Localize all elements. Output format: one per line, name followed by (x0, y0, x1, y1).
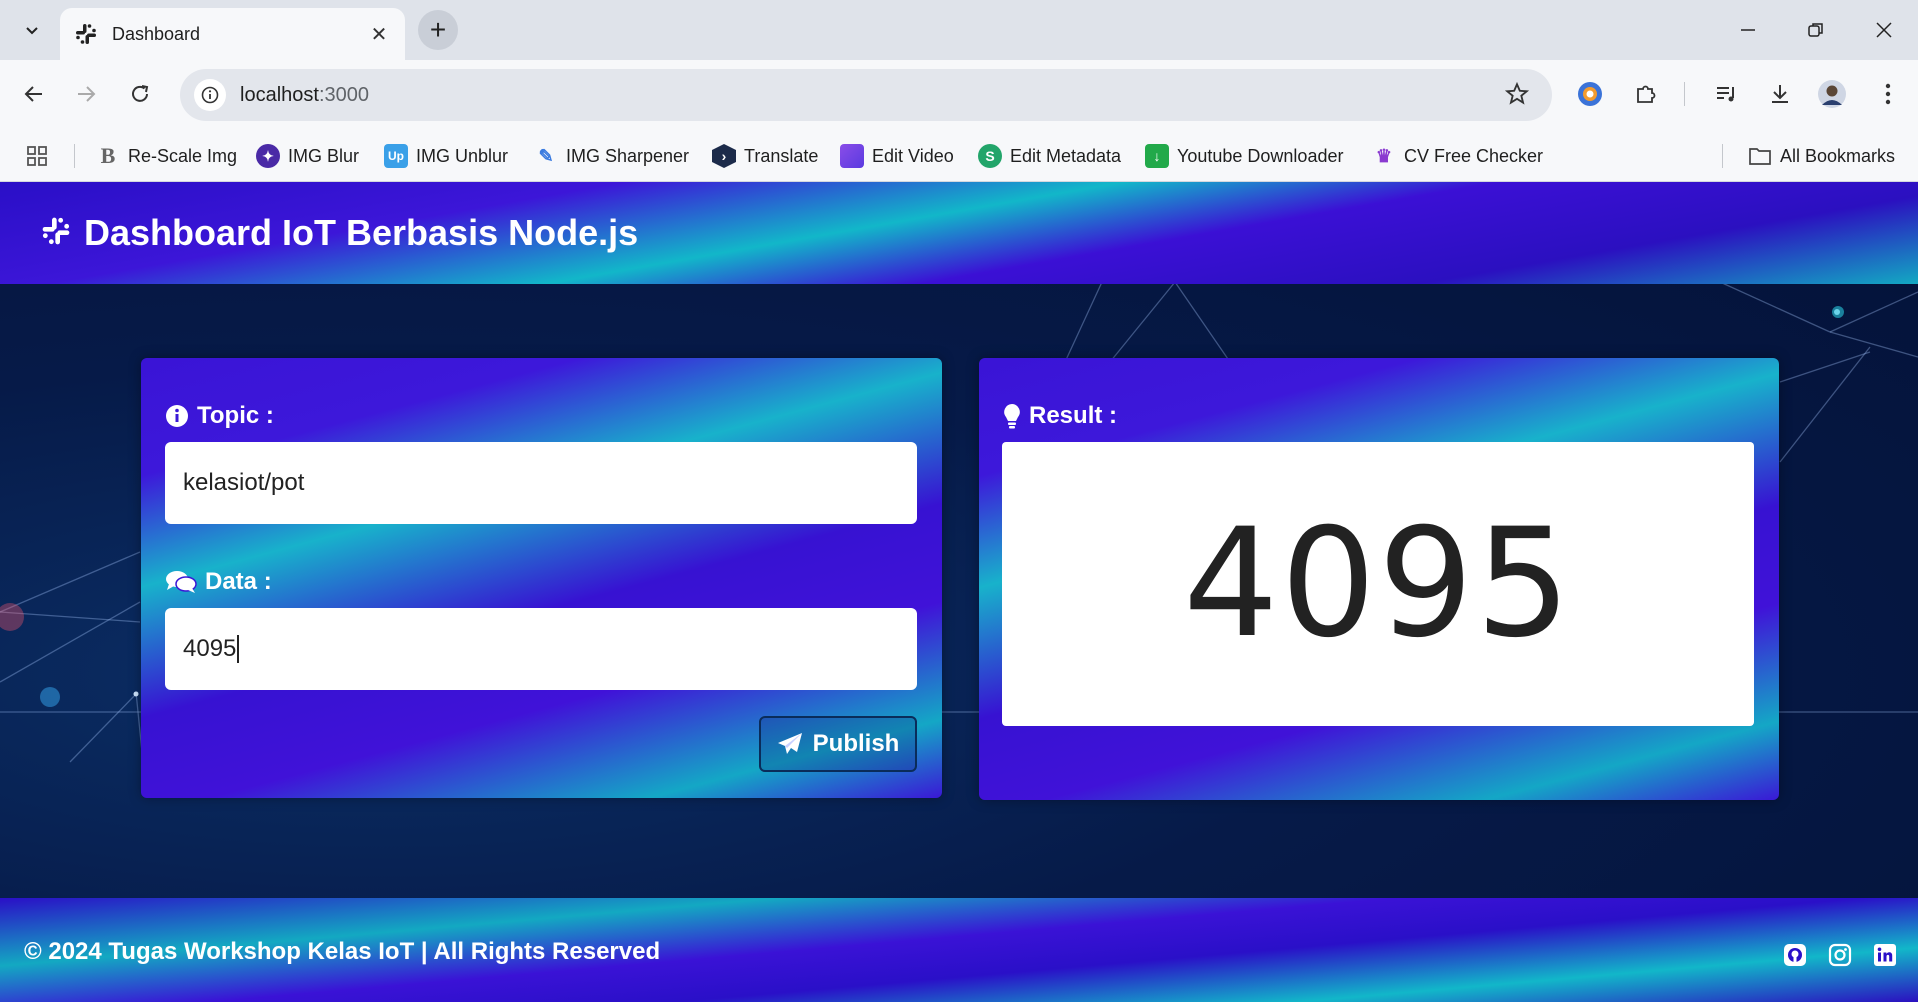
bookmark-label: Youtube Downloader (1177, 145, 1344, 166)
bookmark-label: IMG Unblur (416, 145, 509, 166)
edit-metadata-icon: S (978, 144, 1002, 168)
bookmark-label: Translate (744, 145, 819, 166)
publish-button-label: Publish (812, 730, 900, 757)
result-card: Result : 4095 (979, 358, 1779, 800)
data-input-value: 4095 (183, 635, 237, 662)
browser-tab[interactable]: Dashboard ✕ (60, 8, 405, 60)
bookmarks-bar: B Re-Scale Img ✦ IMG Blur Up IMG Unblur … (0, 130, 1918, 182)
bookmark-label: Edit Video (872, 145, 954, 166)
data-input[interactable]: 4095 (165, 608, 917, 690)
dashboard-page: Dashboard IoT Berbasis Node.js Topic : k… (0, 182, 1918, 1002)
github-icon[interactable] (1782, 942, 1808, 968)
browser-menu-icon[interactable] (1868, 74, 1908, 114)
bookmark-item[interactable]: ♛ CV Free Checker (1372, 142, 1543, 170)
linkedin-icon[interactable] (1872, 942, 1898, 968)
bookmark-item[interactable]: ↓ Youtube Downloader (1145, 142, 1343, 170)
paper-plane-icon (777, 732, 803, 756)
comments-icon (165, 569, 197, 595)
download-icon: ↓ (1145, 144, 1169, 168)
img-blur-icon: ✦ (256, 144, 280, 168)
toolbar-divider (1684, 82, 1685, 106)
result-value: 4095 (1183, 497, 1573, 671)
bookmark-label: IMG Sharpener (566, 145, 690, 166)
text-caret (237, 635, 240, 663)
url-host: localhost (240, 83, 319, 106)
topic-input[interactable]: kelasiot/pot (165, 442, 917, 524)
forward-icon[interactable] (66, 74, 106, 114)
apps-grid-icon[interactable] (26, 142, 48, 170)
bookmark-item[interactable]: ✦ IMG Blur (256, 142, 359, 170)
url-text: localhost:3000 (240, 84, 369, 107)
browser-tab-bar: Dashboard ✕ + (0, 0, 1918, 60)
bookmark-label: IMG Blur (288, 145, 360, 166)
bookmark-label: Edit Metadata (1010, 145, 1122, 166)
back-icon[interactable] (14, 74, 54, 114)
bookmark-item[interactable]: › Translate (712, 142, 818, 170)
bookmark-label: Re-Scale Img (128, 145, 238, 166)
address-bar[interactable]: localhost:3000 (180, 69, 1552, 121)
cv-checker-icon: ♛ (1375, 145, 1393, 166)
media-control-icon[interactable] (1706, 74, 1746, 114)
reload-icon[interactable] (120, 74, 160, 114)
all-bookmarks-button[interactable]: All Bookmarks (1748, 142, 1895, 170)
topic-label-text: Topic : (197, 402, 274, 429)
bookmark-item[interactable]: Edit Video (840, 142, 954, 170)
downloads-icon[interactable] (1760, 74, 1800, 114)
tab-search-chevron-icon[interactable] (14, 12, 50, 48)
data-label-text: Data : (205, 568, 272, 595)
folder-icon (1748, 144, 1772, 168)
bookmark-item[interactable]: B Re-Scale Img (96, 142, 237, 170)
new-tab-button[interactable]: + (418, 10, 458, 50)
bookmark-item[interactable]: Up IMG Unblur (384, 142, 508, 170)
rescale-icon: B (100, 143, 116, 168)
bookmark-label: CV Free Checker (1404, 145, 1544, 166)
close-window-icon[interactable] (1862, 10, 1906, 50)
extensions-puzzle-icon[interactable] (1626, 74, 1666, 114)
browser-toolbar: localhost:3000 (0, 60, 1918, 130)
slack-favicon-icon (74, 22, 98, 46)
bookmarks-divider (1722, 144, 1723, 168)
info-circle-icon (165, 404, 189, 428)
publish-button[interactable]: Publish (759, 716, 917, 772)
tab-close-icon[interactable]: ✕ (367, 22, 391, 47)
result-display: 4095 (1002, 442, 1754, 726)
img-unblur-icon: Up (384, 144, 408, 168)
bookmark-item[interactable]: S Edit Metadata (978, 142, 1121, 170)
bookmarks-divider (74, 144, 75, 168)
instagram-icon[interactable] (1827, 942, 1853, 968)
lightbulb-icon (1003, 403, 1021, 429)
url-port: :3000 (318, 83, 369, 106)
profile-avatar-icon[interactable] (1812, 74, 1852, 114)
site-info-icon[interactable] (194, 79, 226, 111)
copyright-text: © 2024 Tugas Workshop Kelas IoT | All Ri… (24, 938, 661, 965)
restore-icon[interactable] (1794, 10, 1838, 50)
dashboard-title: Dashboard IoT Berbasis Node.js (84, 212, 639, 253)
dashboard-footer: © 2024 Tugas Workshop Kelas IoT | All Ri… (0, 898, 1918, 1002)
result-label: Result : (1003, 402, 1117, 430)
bookmark-item[interactable]: ✎ IMG Sharpener (534, 142, 689, 170)
extension-colorful-icon[interactable] (1570, 74, 1610, 114)
topic-input-value: kelasiot/pot (183, 469, 305, 496)
dashboard-header: Dashboard IoT Berbasis Node.js (0, 182, 1918, 284)
slack-icon (40, 215, 72, 252)
all-bookmarks-label: All Bookmarks (1780, 145, 1896, 166)
tab-title: Dashboard (112, 23, 201, 44)
translate-icon: › (712, 144, 736, 168)
publish-card: Topic : kelasiot/pot Data : 4095 Publish (141, 358, 942, 798)
img-sharpener-icon: ✎ (538, 145, 554, 166)
data-label: Data : (165, 568, 272, 596)
bookmark-star-icon[interactable] (1504, 81, 1530, 112)
topic-label: Topic : (165, 402, 274, 430)
edit-video-icon (840, 144, 864, 168)
result-label-text: Result : (1029, 402, 1118, 429)
minimize-icon[interactable] (1726, 10, 1770, 50)
